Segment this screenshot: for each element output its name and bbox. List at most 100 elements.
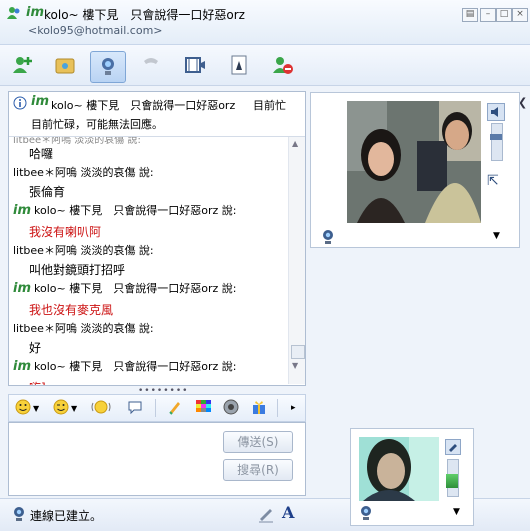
message-sender-line: litbee＊阿嗚 淡淡的哀傷 說: [13, 242, 154, 258]
message-text: 嗨] [29, 379, 46, 385]
status-message-part1: 目前忙 [253, 99, 286, 112]
im-logo-icon: im [26, 5, 45, 20]
chevron-down-icon: ▼ [33, 403, 40, 413]
nudge-icon [91, 399, 111, 418]
window-title: kolo~ 樓下見 只會說得一口好惡orz [44, 8, 245, 22]
im-logo-icon: im [13, 359, 32, 374]
toolbar-divider [277, 399, 278, 417]
font-button[interactable] [167, 399, 183, 417]
gift-button[interactable] [251, 399, 267, 417]
message-line-text: 張倫育 [29, 185, 66, 199]
speech-bubble-icon [127, 399, 143, 418]
send-button[interactable]: 傳送(S) [223, 431, 293, 453]
emoticon-button[interactable]: ▼ [15, 399, 39, 417]
palette-grid-icon [195, 399, 213, 418]
message-text: 哈囉 [29, 145, 53, 162]
phone-icon [139, 53, 163, 80]
title-bar: im kolo~ 樓下見 只會說得一口好惡orz <kolo95@hotmail… [0, 0, 530, 45]
popout-button[interactable]: ⇱ [487, 173, 499, 189]
message-sender-line: im kolo~ 樓下見 只會說得一口好惡orz 說: [13, 280, 236, 296]
contact-webcam-panel: ⇱ ▼ [310, 92, 520, 248]
background-button[interactable] [195, 399, 213, 417]
scroll-down-arrow-icon[interactable]: ▼ [292, 361, 298, 370]
invite-contact-button[interactable] [6, 51, 40, 81]
mute-button[interactable] [487, 103, 505, 121]
chevron-down-icon: ▼ [71, 403, 78, 413]
wink-icon [53, 399, 69, 418]
message-sender-line: litbee＊阿嗚 淡淡的哀傷 說: [13, 164, 154, 180]
message-text: 我也沒有麥克風 [29, 301, 113, 318]
video-button[interactable] [178, 51, 212, 81]
message-line-text: 我沒有喇叭阿 [29, 225, 102, 239]
more-options-button[interactable]: ▸ [291, 399, 296, 417]
games-button[interactable] [222, 51, 256, 81]
wink-button[interactable]: ▼ [53, 399, 77, 417]
message-input[interactable] [11, 425, 217, 491]
message-line-text: 嗨] [29, 381, 46, 385]
webcam-icon [96, 54, 120, 81]
video-icon [183, 53, 207, 80]
im-logo-icon: im [31, 94, 50, 109]
pen-icon [256, 509, 276, 528]
message-line-text: 叫他對鏡頭打招呼 [29, 263, 126, 277]
message-line-text: litbee＊阿嗚 淡淡的哀傷 說: [13, 244, 154, 257]
volume-slider-thumb[interactable] [490, 134, 502, 140]
text-format-button[interactable]: A [282, 503, 302, 525]
block-icon [271, 53, 295, 80]
im-logo-icon: im [13, 281, 32, 296]
block-button[interactable] [266, 51, 300, 81]
messenger-buddy-icon [6, 5, 22, 24]
chevron-right-icon: ▸ [291, 403, 296, 413]
my-volume-slider[interactable] [446, 459, 459, 497]
font-a-icon: A [282, 503, 295, 522]
status-banner: im kolo~ 樓下見 只會說得一口好惡orz 目前忙 目前忙碌，可能無法回應… [9, 92, 305, 137]
crayon-icon [167, 399, 183, 418]
message-sender-line: litbee＊阿嗚 淡淡的哀傷 說: [13, 320, 154, 336]
voice-clip-button[interactable] [127, 399, 143, 417]
gift-box-icon [251, 399, 267, 418]
message-text: 叫他對鏡頭打招呼 [29, 261, 125, 278]
pen-icon [446, 443, 460, 457]
my-webcam-settings-button[interactable] [445, 439, 461, 455]
send-file-button[interactable] [48, 51, 82, 81]
call-button[interactable] [134, 51, 168, 81]
maximize-button[interactable]: □ [496, 8, 512, 22]
message-line-text: kolo~ 樓下見 只會說得一口好惡orz 說: [34, 204, 237, 217]
im-logo-icon: im [13, 203, 32, 218]
webcam-button[interactable] [90, 51, 126, 83]
volume-slider[interactable] [490, 123, 503, 161]
message-sender-line: im kolo~ 樓下見 只會說得一口好惡orz 說: [13, 202, 236, 218]
minimize-button[interactable]: – [480, 8, 496, 22]
nudge-button[interactable] [91, 399, 111, 417]
message-line-text: 哈囉 [29, 147, 54, 161]
scroll-up-arrow-icon[interactable]: ▲ [292, 139, 298, 148]
search-button[interactable]: 搜尋(R) [223, 459, 293, 481]
games-icon [227, 53, 251, 80]
message-input-area: 傳送(S) 搜尋(R) [8, 422, 306, 496]
toolbar [0, 45, 530, 86]
expand-arrow-icon: ⇱ [487, 173, 499, 189]
menu-button[interactable]: ▤ [462, 8, 478, 22]
speaker-icon [223, 399, 239, 418]
ink-button[interactable] [256, 505, 276, 525]
message-scrollbar[interactable]: ▲ ▼ [288, 137, 305, 384]
connection-status: 連線已建立。 [30, 509, 103, 523]
formatting-toolbar: ▼ ▼ ▸ [8, 394, 306, 422]
toolbar-divider [155, 399, 156, 417]
send-file-icon [53, 53, 77, 80]
message-line-text: 我也沒有麥克風 [29, 303, 114, 317]
close-button[interactable]: × [512, 8, 528, 22]
message-line-text: litbee＊阿嗚 淡淡的哀傷 說: [13, 322, 154, 335]
webcam-menu-chevron-down-icon[interactable]: ▼ [493, 231, 500, 241]
mic-level-meter [446, 474, 458, 488]
scroll-thumb[interactable] [291, 345, 305, 359]
sound-button[interactable] [223, 399, 239, 417]
status-contact-name: kolo~ 樓下見 只會說得一口好惡orz [51, 99, 236, 112]
my-webcam-menu-chevron-down-icon[interactable]: ▼ [453, 507, 460, 517]
message-line-text: litbee＊阿嗚 淡淡的哀傷 說: [13, 166, 154, 179]
webcam-icon [359, 505, 373, 524]
message-text: 好 [29, 339, 41, 356]
info-icon [13, 96, 27, 113]
message-line-text: 好 [29, 341, 42, 355]
contact-webcam-video [347, 101, 481, 223]
